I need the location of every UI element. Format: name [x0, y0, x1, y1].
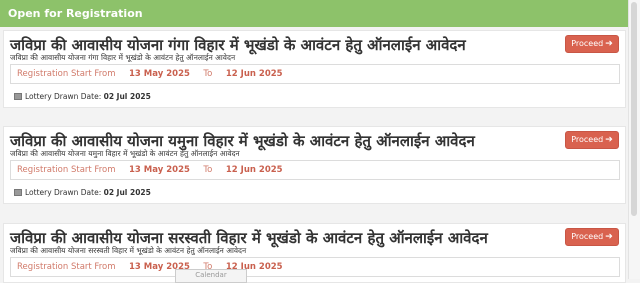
calendar-tooltip: Calendar: [175, 269, 247, 283]
registration-end-date: 12 Jun 2025: [225, 165, 283, 175]
arrow-right-icon: ➔: [605, 135, 613, 145]
header-title: Open for Registration: [8, 7, 143, 20]
scheme-subtitle: जविप्रा की आवासीय योजना सरस्वती विहार मे…: [10, 246, 247, 255]
calendar-icon: [14, 93, 22, 100]
scheme-title: जविप्रा की आवासीय योजना सरस्वती विहार मे…: [10, 229, 488, 247]
lottery-date: 02 Jul 2025: [103, 92, 151, 101]
proceed-button[interactable]: Proceed ➔: [565, 131, 619, 149]
lottery-drawn: Lottery Drawn Date: 02 Jul 2025: [14, 188, 151, 197]
registration-end-date: 12 Jun 2025: [225, 69, 283, 79]
open-for-registration-header: Open for Registration: [0, 0, 628, 27]
scheme-title: जविप्रा की आवासीय योजना यमुना विहार में …: [10, 132, 475, 150]
proceed-label: Proceed: [571, 232, 604, 241]
lottery-label: Lottery Drawn Date:: [25, 188, 102, 197]
registration-dates: Registration Start From 13 May 2025 To 1…: [10, 64, 620, 84]
scheme-card-yamuna-vihar: जविप्रा की आवासीय योजना यमुना विहार में …: [3, 126, 626, 204]
lottery-date: 02 Jul 2025: [103, 188, 151, 197]
registration-dates: Registration Start From 13 May 2025 To 1…: [10, 160, 620, 180]
registration-label: Registration Start From: [17, 165, 116, 175]
registration-start-date: 13 May 2025: [129, 165, 190, 175]
proceed-label: Proceed: [571, 39, 604, 48]
to-label: To: [203, 165, 213, 175]
registration-dates: Registration Start From 13 May 2025 To 1…: [10, 257, 620, 277]
registration-label: Registration Start From: [17, 69, 116, 79]
lottery-label: Lottery Drawn Date:: [25, 92, 102, 101]
proceed-button[interactable]: Proceed ➔: [565, 228, 619, 246]
scheme-subtitle: जविप्रा की आवासीय योजना गंगा विहार में भ…: [10, 53, 236, 62]
scheme-card-saraswati-vihar: जविप्रा की आवासीय योजना सरस्वती विहार मे…: [3, 223, 626, 283]
tooltip-text: Calendar: [195, 271, 227, 279]
scheme-subtitle: जविप्रा की आवासीय योजना यमुना विहार में …: [10, 149, 240, 158]
lottery-drawn: Lottery Drawn Date: 02 Jul 2025: [14, 92, 151, 101]
proceed-button[interactable]: Proceed ➔: [565, 35, 619, 53]
scheme-title: जविप्रा की आवासीय योजना गंगा विहार में भ…: [10, 36, 466, 54]
proceed-label: Proceed: [571, 135, 604, 144]
scheme-card-ganga-vihar: जविप्रा की आवासीय योजना गंगा विहार में भ…: [3, 30, 626, 108]
scrollbar-thumb[interactable]: [631, 2, 637, 216]
arrow-right-icon: ➔: [605, 39, 613, 49]
registration-label: Registration Start From: [17, 262, 116, 272]
to-label: To: [203, 69, 213, 79]
calendar-icon: [14, 189, 22, 196]
registration-start-date: 13 May 2025: [129, 69, 190, 79]
arrow-right-icon: ➔: [605, 232, 613, 242]
